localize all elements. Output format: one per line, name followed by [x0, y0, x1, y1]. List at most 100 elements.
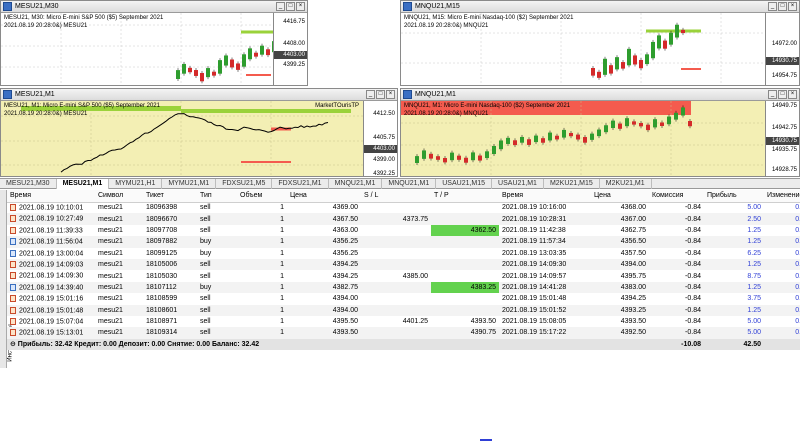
- cell-t1: 2021.08.19 10:10:01: [7, 202, 95, 213]
- table-row[interactable]: 2021.08.19 14:09:03 mesu21 18105006 sell 1 43…: [7, 258, 800, 271]
- maximize-icon[interactable]: □: [286, 2, 295, 11]
- minimize-icon[interactable]: _: [366, 90, 375, 99]
- minimize-icon[interactable]: _: [768, 90, 777, 99]
- close-icon[interactable]: ×: [386, 90, 395, 99]
- minimize-icon[interactable]: _: [276, 2, 285, 11]
- table-row[interactable]: 2021.08.19 11:39:33 mesu21 18097708 sell 1 43…: [7, 224, 800, 237]
- chart-window-mnqu21-m1[interactable]: MNQU21,M1 _ □ × MNQU21, M1: Micro E-mini N…: [400, 88, 800, 177]
- window-titlebar[interactable]: MNQU21,M15 _ □ ×: [401, 1, 799, 13]
- tab-mnqu21-m1[interactable]: MNQU21,M1: [329, 179, 383, 189]
- chart-window-mesu21-m30[interactable]: MESU21,M30 _ □ × MESU21, M30: Micro E-mini…: [0, 0, 308, 86]
- toolbox-side-strip[interactable]: Инструменты: [0, 190, 14, 368]
- cell-text: 2021.08.19 10:27:49: [19, 215, 84, 223]
- column-header[interactable]: Тип: [197, 190, 237, 203]
- column-header[interactable]: Прибыль: [704, 190, 764, 203]
- candle: [422, 150, 426, 159]
- tab-mesu21-m1[interactable]: MESU21,M1: [56, 179, 110, 189]
- cell-sym: mesu21: [95, 213, 143, 225]
- tab-m2ku21-m1[interactable]: M2KU21,M1: [600, 179, 652, 189]
- price-axis[interactable]: 4416.75 4408.00 4399.25 4403.00: [273, 13, 307, 85]
- axis-tick: 4399.00: [373, 157, 395, 163]
- column-header[interactable]: Тикет: [143, 190, 197, 203]
- column-header[interactable]: Изменение: [764, 190, 800, 203]
- close-icon[interactable]: ×: [788, 90, 797, 99]
- cell-tp: 4390.75: [431, 327, 499, 339]
- cell-change: 0.02 %: [795, 295, 800, 303]
- tab-usau21-m1[interactable]: USAU21,M1: [492, 179, 544, 189]
- cell-text: 2021.08.19 14:09:03: [19, 261, 84, 269]
- cell-price: 4356.25: [332, 249, 358, 257]
- table-row[interactable]: 2021.08.19 14:39:40 mesu21 18107112 buy 1 438…: [7, 281, 800, 294]
- price-axis[interactable]: 14972.00 14954.75 14930.75: [765, 13, 799, 85]
- column-header[interactable]: T / P: [431, 190, 499, 203]
- trade-history-panel: Инструменты ВремяСимволТикетТипОбъемЦена…: [0, 190, 800, 368]
- candle: [646, 124, 650, 131]
- window-titlebar[interactable]: MESU21,M30 _ □ ×: [1, 1, 307, 13]
- cell-ticket: 18105006: [143, 258, 197, 271]
- cell-price: 4356.25: [287, 236, 361, 248]
- tab-mymu21-m1[interactable]: MYMU21,M1: [162, 179, 217, 189]
- price-axis[interactable]: 4412.50 4405.75 4399.00 4392.25 4403.00: [363, 101, 397, 176]
- table-row[interactable]: 2021.08.19 10:10:01 mesu21 18096398 sell 1 43…: [7, 202, 800, 213]
- candle: [663, 40, 667, 49]
- column-header[interactable]: Цена: [591, 190, 649, 203]
- tab-mymu21-h1[interactable]: MYMU21,H1: [109, 179, 163, 189]
- cell-ticket: 18108971: [146, 318, 178, 326]
- cell-vol: 1: [280, 318, 284, 326]
- maximize-icon[interactable]: □: [778, 90, 787, 99]
- axis-tick: 4392.25: [373, 171, 395, 177]
- column-header[interactable]: Объем: [237, 190, 287, 203]
- chart-header: MNQU21, M1: Micro E-mini Nasdaq-100 ($2)…: [404, 103, 571, 109]
- candle: [669, 32, 673, 45]
- table-row[interactable]: 2021.08.19 14:09:30 mesu21 18105030 sell 1 43…: [7, 270, 800, 281]
- maximize-icon[interactable]: □: [778, 2, 787, 11]
- minimize-icon[interactable]: _: [768, 2, 777, 11]
- column-header[interactable]: Время: [499, 190, 591, 203]
- bottom-indicator: [480, 439, 492, 441]
- table-row[interactable]: 2021.08.19 11:56:04 mesu21 18097882 buy 1 435…: [7, 236, 800, 248]
- cell-type: sell: [197, 213, 237, 225]
- chart-header: MESU21, M30: Micro E-mini S&P 500 ($5) S…: [4, 15, 164, 21]
- column-header[interactable]: Комиссия: [649, 190, 704, 203]
- table-row[interactable]: 2021.08.19 15:13:01 mesu21 18109314 sell 1 43…: [7, 327, 800, 339]
- table-row[interactable]: 2021.08.19 15:01:48 mesu21 18108601 sell 1 43…: [7, 304, 800, 316]
- column-header[interactable]: S / L: [361, 190, 431, 203]
- tab-m2ku21-m15[interactable]: M2KU21,M15: [544, 179, 600, 189]
- column-header[interactable]: Символ: [95, 190, 143, 203]
- table-row[interactable]: 2021.08.19 13:00:04 mesu21 18099125 buy 1 435…: [7, 248, 800, 259]
- close-icon[interactable]: ×: [788, 2, 797, 11]
- candle: [443, 158, 447, 163]
- tab-mesu21-m30[interactable]: MESU21,M30: [0, 179, 57, 189]
- table-row[interactable]: 2021.08.19 10:27:49 mesu21 18096670 sell 1 43…: [7, 213, 800, 225]
- candle: [615, 57, 619, 70]
- candle: [176, 70, 180, 79]
- candle: [569, 132, 573, 137]
- tab-usau21-m15[interactable]: USAU21,M15: [436, 179, 493, 189]
- cell-text: 2021.08.19 13:00:04: [19, 249, 84, 257]
- candle: [639, 59, 643, 69]
- table-row[interactable]: 2021.08.19 15:01:16 mesu21 18108599 sell 1 43…: [7, 293, 800, 304]
- trade-icon: [10, 306, 16, 314]
- trade-icon: [10, 317, 16, 325]
- cell-vol: 1: [280, 249, 284, 257]
- cell-comm: -0.84: [685, 204, 701, 212]
- cell-vol: 1: [237, 258, 287, 271]
- column-header[interactable]: Цена: [287, 190, 361, 203]
- tab-mnqu21-m1[interactable]: MNQU21,M1: [382, 179, 437, 189]
- table-row[interactable]: 2021.08.19 15:07:04 mesu21 18108971 sell 1 43…: [7, 316, 800, 327]
- price-axis[interactable]: 14949.75 14942.75 14935.75 14928.75 1493…: [765, 101, 799, 176]
- tab-fdxsu21-m5[interactable]: FDXSU21,M5: [216, 179, 273, 189]
- chart-window-mesu21-m1[interactable]: MESU21,M1 _ □ × MESU21, M1: Micro E-mini S…: [0, 88, 398, 177]
- close-icon[interactable]: ×: [296, 2, 305, 11]
- cell-change: 0.01 %: [764, 281, 800, 294]
- candle: [534, 135, 538, 143]
- cell-comm: -0.84: [649, 213, 704, 225]
- maximize-icon[interactable]: □: [376, 90, 385, 99]
- chart-window-mnqu21-m15[interactable]: MNQU21,M15 _ □ × MNQU21, M15: Micro E-mini…: [400, 0, 800, 86]
- window-titlebar[interactable]: MESU21,M1 _ □ ×: [1, 89, 397, 101]
- chart-icon: [3, 2, 12, 11]
- window-titlebar[interactable]: MNQU21,M1 _ □ ×: [401, 89, 799, 101]
- column-header[interactable]: Время: [7, 190, 95, 203]
- tab-fdxsu21-m1[interactable]: FDXSU21,M1: [272, 179, 329, 189]
- candle: [188, 67, 192, 73]
